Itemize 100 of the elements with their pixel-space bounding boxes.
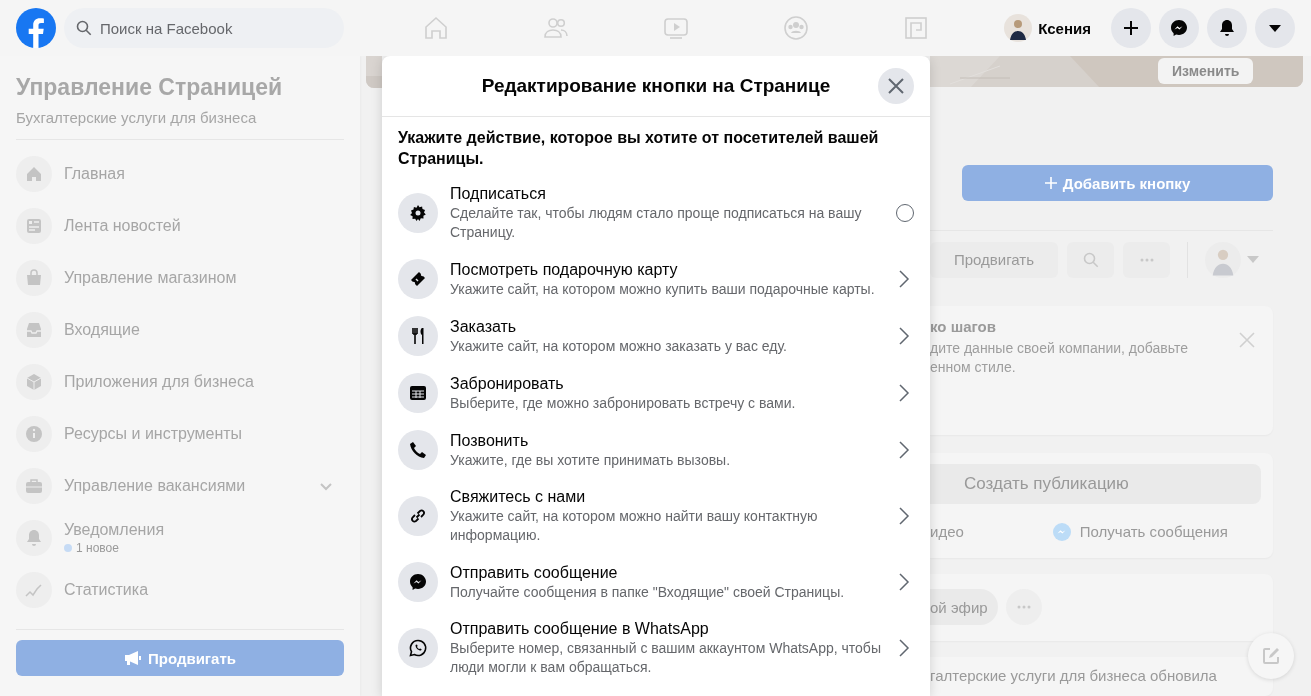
action-option[interactable]: Заказать Укажите сайт, на котором можно заказать у вас еду. bbox=[398, 309, 916, 366]
option-title: Посмотреть подарочную карту bbox=[450, 259, 679, 280]
logo-icon bbox=[16, 8, 56, 48]
option-description: Выберите, где можно забронировать встречу с вами. bbox=[450, 393, 797, 413]
inbox-icon bbox=[16, 312, 52, 348]
chevron-icon bbox=[898, 506, 910, 526]
more-icon bbox=[1016, 605, 1031, 610]
profile-chip[interactable]: Ксения bbox=[1000, 10, 1099, 46]
bell-icon bbox=[1217, 18, 1237, 38]
chevron-icon bbox=[898, 326, 910, 346]
option-description: Выберите номер, связанный с вашим аккаунтом WhatsApp, чтобы люди могли к вам обращаться. bbox=[450, 639, 882, 677]
home-icon bbox=[16, 156, 52, 192]
plus-icon bbox=[1044, 177, 1057, 190]
chevron-icon bbox=[898, 572, 910, 592]
search-icon bbox=[1082, 251, 1099, 268]
action-option[interactable]: Свяжитесь с нами Укажите сайт, на котором можно найти вашу контактную информацию. bbox=[398, 480, 916, 555]
option-description: Укажите, где вы хотите принимать вызовы. bbox=[450, 450, 732, 470]
option-title: Позвонить bbox=[450, 430, 530, 451]
search-icon bbox=[76, 20, 92, 36]
search-field[interactable]: Поиск на Facebook bbox=[64, 8, 344, 48]
sidebar-item[interactable]: Главная bbox=[16, 148, 344, 200]
chevron-icon bbox=[898, 269, 910, 289]
more-button[interactable] bbox=[1123, 241, 1170, 278]
chart-icon bbox=[16, 572, 52, 608]
card-title: ко шагов bbox=[930, 317, 997, 335]
create-button[interactable] bbox=[1111, 8, 1151, 48]
caret-icon bbox=[1247, 255, 1259, 264]
option-title: Отправить сообщение bbox=[450, 562, 619, 583]
messenger-icon bbox=[1051, 521, 1072, 542]
page-title: Управление Страницей bbox=[16, 74, 284, 101]
option-description: Укажите сайт, на котором можно найти вашу контактную информацию. bbox=[450, 507, 819, 545]
edit-cover-button[interactable]: Изменить bbox=[1158, 58, 1254, 84]
action-option[interactable]: Посмотреть подарочную карту Укажите сайт, на котором можно купить ваши подарочные карты. bbox=[398, 252, 916, 309]
action-option[interactable]: Отправить сообщение Получайте сообщения в папке "Входящие" своей Страницы. bbox=[398, 555, 916, 612]
sidebar-item[interactable]: Лента новостей bbox=[16, 200, 344, 252]
option-description: Получайте сообщения в папке "Входящие" своей Страницы. bbox=[450, 582, 846, 602]
close-button[interactable] bbox=[878, 68, 914, 104]
compose-icon bbox=[1261, 646, 1281, 666]
home-icon[interactable] bbox=[422, 14, 450, 42]
messenger-button[interactable] bbox=[1159, 8, 1199, 48]
close-icon bbox=[887, 77, 905, 95]
compose-button[interactable] bbox=[1248, 633, 1294, 679]
card-text: дите данные своей компании, добавьте bbox=[930, 338, 1189, 358]
briefcase-icon bbox=[16, 468, 52, 504]
gear-icon bbox=[398, 193, 438, 233]
live-button[interactable]: ой эфир bbox=[930, 589, 998, 626]
post-header: галтерские услуги для бизнеса обновила bbox=[930, 666, 1218, 684]
option-description: Сделайте так, чтобы людям стало проще подписаться на вашу Страницу. bbox=[450, 204, 863, 242]
chevron-icon bbox=[898, 638, 910, 658]
more-icon bbox=[1139, 257, 1154, 262]
option-title: Подписаться bbox=[450, 184, 547, 204]
sidebar-item[interactable]: Ресурсы и инструменты bbox=[16, 408, 344, 460]
sidebar-item[interactable]: Входящие bbox=[16, 304, 344, 356]
chevron-icon bbox=[898, 383, 910, 403]
sidebar-item[interactable]: Уведомления 1 новое bbox=[16, 512, 344, 564]
page-subtitle: Бухгалтерские услуги для бизнеса bbox=[16, 109, 258, 126]
account-button[interactable] bbox=[1255, 8, 1295, 48]
sidebar-item[interactable]: Управление магазином bbox=[16, 252, 344, 304]
action-option[interactable]: Подписаться Сделайте так, чтобы людям стало проще подписаться на вашу Страницу. bbox=[398, 177, 916, 252]
whatsapp-icon bbox=[398, 628, 438, 668]
newsfeed-icon bbox=[16, 208, 52, 244]
phone-icon bbox=[398, 430, 438, 470]
notifications-button[interactable] bbox=[1207, 8, 1247, 48]
promote-button[interactable]: Продвигать bbox=[16, 640, 344, 676]
chevron-icon bbox=[898, 440, 910, 460]
sidebar-item[interactable]: Приложения для бизнеса bbox=[16, 356, 344, 408]
action-option[interactable]: Позвонить Укажите, где вы хотите принимать вызовы. bbox=[398, 423, 916, 480]
dialog-instruction: Укажите действие, которое вы хотите от посетителей вашей Страницы. bbox=[398, 128, 880, 169]
megaphone-icon bbox=[124, 650, 142, 666]
close-icon bbox=[1239, 331, 1255, 348]
dialog-title: Редактирование кнопки на Странице bbox=[481, 75, 831, 97]
action-option[interactable]: Забронировать Выберите, где можно забронировать встречу с вами. bbox=[398, 366, 916, 423]
option-title: Забронировать bbox=[450, 373, 565, 394]
sidebar-item[interactable]: Статистика bbox=[16, 564, 344, 616]
card-text: енном стиле. bbox=[930, 357, 1017, 377]
video-action[interactable]: идео bbox=[930, 523, 964, 541]
plus-icon bbox=[1121, 18, 1141, 38]
add-button[interactable]: Добавить кнопку bbox=[962, 165, 1273, 201]
fork-knife-icon bbox=[398, 316, 438, 356]
option-description: Укажите сайт, на котором можно купить ваши подарочные карты. bbox=[450, 279, 876, 299]
option-title: Свяжитесь с нами bbox=[450, 487, 587, 507]
option-description: Укажите сайт, на котором можно заказать у вас еду. bbox=[450, 336, 788, 356]
messages-action[interactable]: Получать сообщения bbox=[1051, 521, 1228, 542]
action-option[interactable]: Отправить сообщение в WhatsApp Выберите номер, связанный с вашим аккаунтом WhatsApp, чтобы люди могли к вам обращаться. bbox=[398, 612, 916, 687]
info-icon bbox=[16, 416, 52, 452]
option-title: Заказать bbox=[450, 316, 518, 337]
option-title: Отправить сообщение в WhatsApp bbox=[450, 619, 710, 639]
promote-button[interactable]: Продвигать bbox=[930, 241, 1058, 278]
search-button[interactable] bbox=[1067, 241, 1114, 278]
ticket-icon bbox=[398, 259, 438, 299]
post-field[interactable]: Создать публикацию bbox=[930, 463, 1261, 504]
messenger-icon bbox=[398, 562, 438, 602]
avatar-icon bbox=[1004, 14, 1033, 42]
link-icon bbox=[398, 496, 438, 536]
group-icon[interactable] bbox=[782, 14, 810, 42]
cube-icon bbox=[16, 364, 52, 400]
bell-icon bbox=[16, 520, 52, 556]
sidebar-item[interactable]: Управление вакансиями bbox=[16, 460, 344, 512]
shopping-bag-icon bbox=[16, 260, 52, 296]
messenger-icon bbox=[1169, 18, 1189, 38]
